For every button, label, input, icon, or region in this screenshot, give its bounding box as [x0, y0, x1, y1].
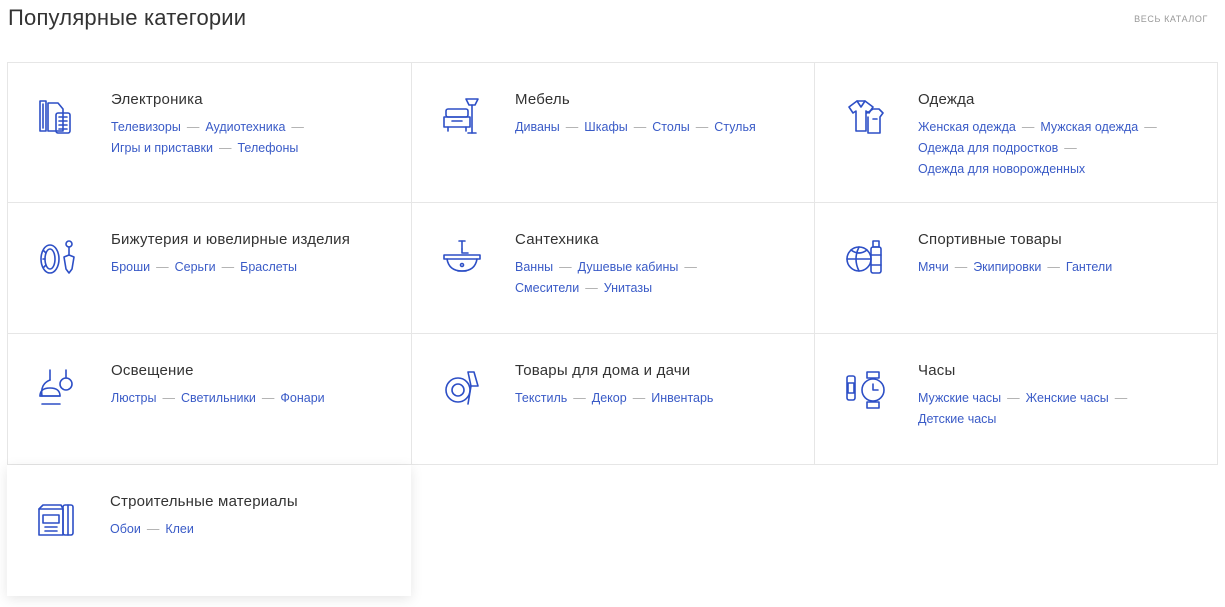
separator: — — [1021, 120, 1035, 134]
category-link[interactable]: Аудиотехника — [205, 120, 285, 134]
category-link[interactable]: Инвентарь — [651, 391, 713, 405]
category-link[interactable]: Клеи — [165, 522, 194, 536]
category-link[interactable]: Мячи — [918, 260, 949, 274]
category-link[interactable]: Мужские часы — [918, 391, 1001, 405]
watches-icon — [843, 366, 887, 410]
category-link[interactable]: Шкафы — [584, 120, 627, 134]
separator: — — [1144, 120, 1157, 134]
category-name: Сантехника — [515, 231, 599, 248]
category-link[interactable]: Душевые кабины — [578, 260, 679, 274]
category-link[interactable]: Экипировки — [973, 260, 1041, 274]
category-link[interactable]: Столы — [652, 120, 690, 134]
separator: — — [954, 260, 968, 274]
category-links: Мужские часы — Женские часы — Детские часы — [918, 388, 1203, 430]
category-links: Люстры — Светильники — Фонари — [111, 388, 397, 409]
category-card-home-garden[interactable]: Товары для дома и дачи Текстиль — Декор — Ин… — [411, 333, 814, 465]
separator: — — [156, 260, 169, 274]
separator: — — [1064, 141, 1077, 155]
category-name: Одежда — [918, 91, 975, 108]
separator: — — [146, 522, 160, 536]
category-link[interactable]: Гантели — [1066, 260, 1112, 274]
category-links: Обои — Клеи — [110, 519, 397, 540]
category-name: Спортивные товары — [918, 231, 1062, 248]
separator: — — [1047, 260, 1060, 274]
category-link[interactable]: Текстиль — [515, 391, 567, 405]
category-card-watches[interactable]: Часы Мужские часы — Женские часы — Детские … — [814, 333, 1218, 465]
category-link[interactable]: Смесители — [515, 281, 579, 295]
category-link[interactable]: Телефоны — [238, 141, 299, 155]
category-card-building-materials[interactable]: Строительные материалы Обои — Клеи — [7, 465, 411, 596]
plumbing-icon — [440, 235, 484, 279]
home-garden-icon — [440, 366, 484, 410]
category-card-lighting[interactable]: Освещение Люстры — Светильники — Фонари — [7, 333, 411, 465]
category-link[interactable]: Декор — [592, 391, 627, 405]
category-name: Товары для дома и дачи — [515, 362, 691, 379]
separator: — — [633, 120, 647, 134]
category-link[interactable]: Одежда для подростков — [918, 141, 1058, 155]
separator: — — [565, 120, 579, 134]
page-title: Популярные категории — [8, 5, 247, 30]
lighting-icon — [36, 366, 80, 410]
clothing-icon — [843, 95, 887, 139]
category-link[interactable]: Стулья — [714, 120, 755, 134]
category-link[interactable]: Светильники — [181, 391, 256, 405]
category-link[interactable]: Диваны — [515, 120, 560, 134]
category-links: Женская одежда — Мужская одежда — Одежда дл… — [918, 117, 1203, 180]
separator: — — [162, 391, 176, 405]
category-name: Бижутерия и ювелирные изделия — [111, 231, 351, 248]
separator: — — [684, 260, 697, 274]
category-card-clothing[interactable]: Одежда Женская одежда — Мужская одежда — Од… — [814, 62, 1218, 202]
category-name: Электроника — [111, 91, 203, 108]
category-link[interactable]: Браслеты — [240, 260, 297, 274]
category-link[interactable]: Женские часы — [1026, 391, 1109, 405]
separator: — — [632, 391, 646, 405]
category-name: Освещение — [111, 362, 194, 379]
separator: — — [221, 260, 235, 274]
category-links: Мячи — Экипировки — Гантели — [918, 257, 1203, 278]
separator: — — [1114, 391, 1128, 405]
category-links: Текстиль — Декор — Инвентарь — [515, 388, 800, 409]
category-link[interactable]: Телевизоры — [111, 120, 181, 134]
category-links: Броши — Серьги — Браслеты — [111, 257, 397, 278]
category-card-electronics[interactable]: Электроника Телевизоры — Аудиотехника — Игр… — [7, 62, 411, 202]
category-link[interactable]: Люстры — [111, 391, 157, 405]
building-materials-icon — [35, 497, 79, 541]
category-card-furniture[interactable]: Мебель Диваны — Шкафы — Столы — Стулья — [411, 62, 814, 202]
category-link[interactable]: Игры и приставки — [111, 141, 213, 155]
separator: — — [291, 120, 304, 134]
category-link[interactable]: Мужская одежда — [1040, 120, 1138, 134]
category-links: Ванны — Душевые кабины — Смесители — Унитазы — [515, 257, 800, 299]
category-link[interactable]: Женская одежда — [918, 120, 1016, 134]
category-link[interactable]: Обои — [110, 522, 141, 536]
category-card-plumbing[interactable]: Сантехника Ванны — Душевые кабины — Смесите… — [411, 202, 814, 333]
separator: — — [695, 120, 709, 134]
category-link[interactable]: Одежда для новорожденных — [918, 162, 1085, 176]
all-catalog-link[interactable]: ВЕСЬ КАТАЛОГ — [1134, 14, 1208, 24]
separator: — — [585, 281, 598, 295]
separator: — — [261, 391, 275, 405]
category-card-sports[interactable]: Спортивные товары Мячи — Экипировки — Гантел… — [814, 202, 1218, 333]
electronics-icon — [36, 95, 80, 139]
separator: — — [559, 260, 572, 274]
category-links: Телевизоры — Аудиотехника — Игры и приставк… — [111, 117, 397, 159]
furniture-icon — [440, 95, 484, 139]
categories-grid: Электроника Телевизоры — Аудиотехника — Игр… — [7, 62, 1218, 596]
category-name: Часы — [918, 362, 956, 379]
category-link[interactable]: Серьги — [175, 260, 216, 274]
separator: — — [219, 141, 232, 155]
category-card-jewelry[interactable]: Бижутерия и ювелирные изделия Броши — Серь… — [7, 202, 411, 333]
jewelry-icon — [36, 235, 80, 279]
category-link[interactable]: Ванны — [515, 260, 553, 274]
category-name: Мебель — [515, 91, 570, 108]
separator: — — [1007, 391, 1020, 405]
category-links: Диваны — Шкафы — Столы — Стулья — [515, 117, 800, 138]
separator: — — [573, 391, 586, 405]
category-link[interactable]: Броши — [111, 260, 150, 274]
separator: — — [186, 120, 200, 134]
category-link[interactable]: Унитазы — [604, 281, 652, 295]
category-link[interactable]: Фонари — [280, 391, 324, 405]
category-name: Строительные материалы — [110, 493, 298, 510]
sports-icon — [843, 235, 887, 279]
category-link[interactable]: Детские часы — [918, 412, 996, 426]
